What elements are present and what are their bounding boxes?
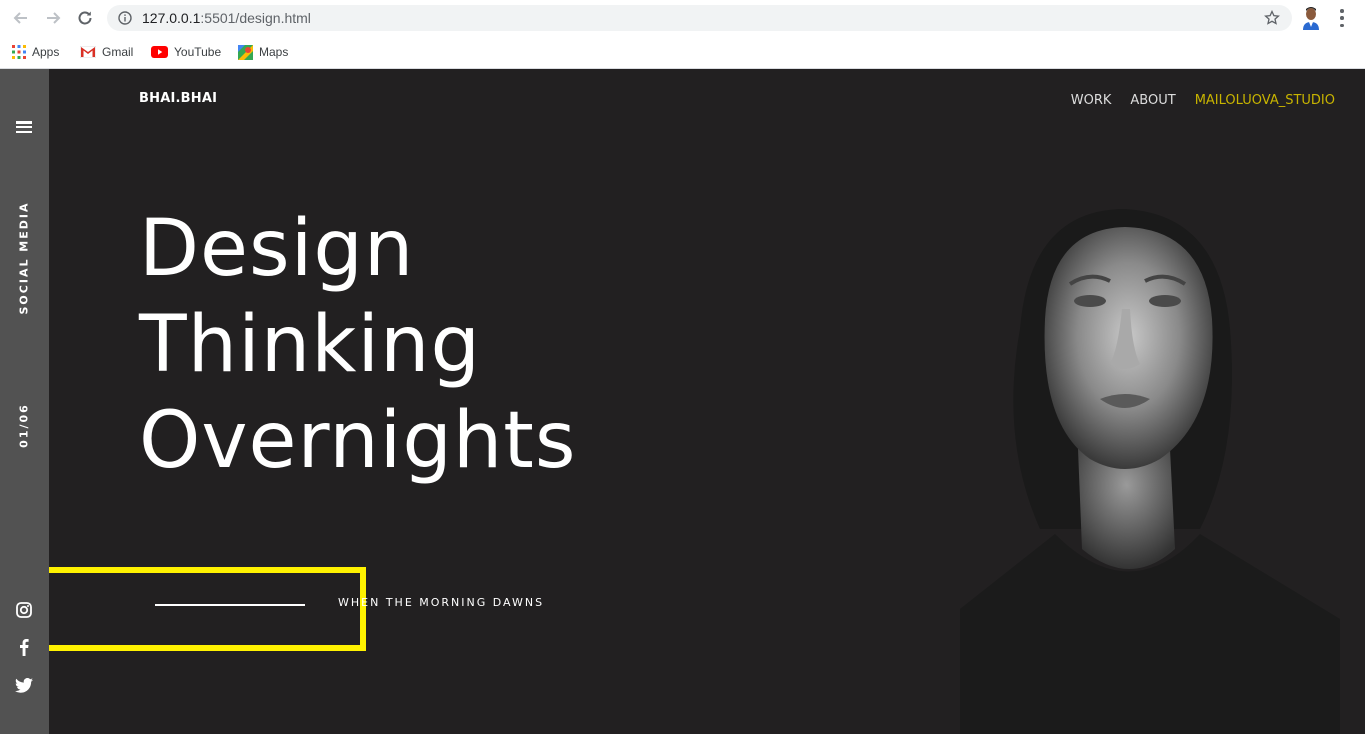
highlight-box — [49, 567, 366, 651]
site-logo[interactable]: BHAI.BHAI — [139, 91, 217, 106]
slide-counter: 01/06 — [17, 403, 31, 448]
bookmark-star-icon[interactable] — [1264, 10, 1280, 26]
bookmark-maps[interactable]: Maps — [238, 42, 288, 62]
nav-work[interactable]: WORK — [1071, 93, 1112, 108]
forward-button[interactable] — [43, 8, 63, 28]
menu-kebab-icon[interactable] — [1334, 9, 1350, 27]
sidebar: SOCIAL MEDIA 01/06 — [0, 69, 49, 734]
headline-line: Design — [139, 204, 415, 294]
back-arrow-icon — [13, 12, 27, 24]
apps-grid-icon — [12, 45, 26, 59]
forward-arrow-icon — [47, 12, 61, 24]
facebook-icon[interactable] — [14, 637, 34, 657]
tagline-divider — [155, 604, 305, 606]
back-button[interactable] — [11, 8, 31, 28]
address-bar[interactable]: 127.0.0.1:5501/design.html — [107, 5, 1292, 31]
reload-button[interactable] — [75, 8, 95, 28]
bookmark-label: Apps — [32, 45, 60, 59]
hamburger-menu-icon[interactable] — [16, 121, 32, 133]
page-viewport: SOCIAL MEDIA 01/06 BHAI.BHAI WORK ABOUT … — [0, 69, 1365, 734]
portrait-image — [960, 209, 1340, 734]
instagram-icon[interactable] — [14, 600, 34, 620]
browser-toolbar: 127.0.0.1:5501/design.html — [0, 0, 1365, 36]
url-text: 127.0.0.1:5501/design.html — [142, 10, 311, 26]
twitter-icon[interactable] — [14, 675, 34, 695]
social-media-label: SOCIAL MEDIA — [17, 201, 31, 315]
bookmarks-bar: Apps Gmail YouTube Maps — [0, 36, 1365, 69]
youtube-icon — [151, 46, 168, 58]
nav-about[interactable]: ABOUT — [1130, 93, 1175, 108]
bookmark-gmail[interactable]: Gmail — [80, 42, 133, 62]
maps-icon — [238, 44, 253, 60]
info-icon — [118, 11, 132, 25]
tagline: WHEN THE MORNING DAWNS — [338, 596, 545, 609]
bookmark-label: YouTube — [174, 45, 222, 59]
bookmark-apps[interactable]: Apps — [12, 42, 59, 62]
nav-studio[interactable]: MAILOLUOVA_STUDIO — [1195, 93, 1335, 108]
gmail-icon — [80, 46, 96, 58]
bookmark-label: Maps — [259, 45, 289, 59]
profile-avatar-icon[interactable] — [1300, 6, 1322, 30]
bookmark-youtube[interactable]: YouTube — [151, 42, 221, 62]
top-navigation: WORK ABOUT MAILOLUOVA_STUDIO — [1071, 93, 1335, 108]
headline-line: Overnights — [139, 396, 577, 486]
reload-icon — [78, 11, 92, 25]
bookmark-label: Gmail — [102, 45, 134, 59]
hero-headline: Design Thinking Overnights — [139, 201, 577, 489]
headline-line: Thinking — [139, 300, 481, 390]
